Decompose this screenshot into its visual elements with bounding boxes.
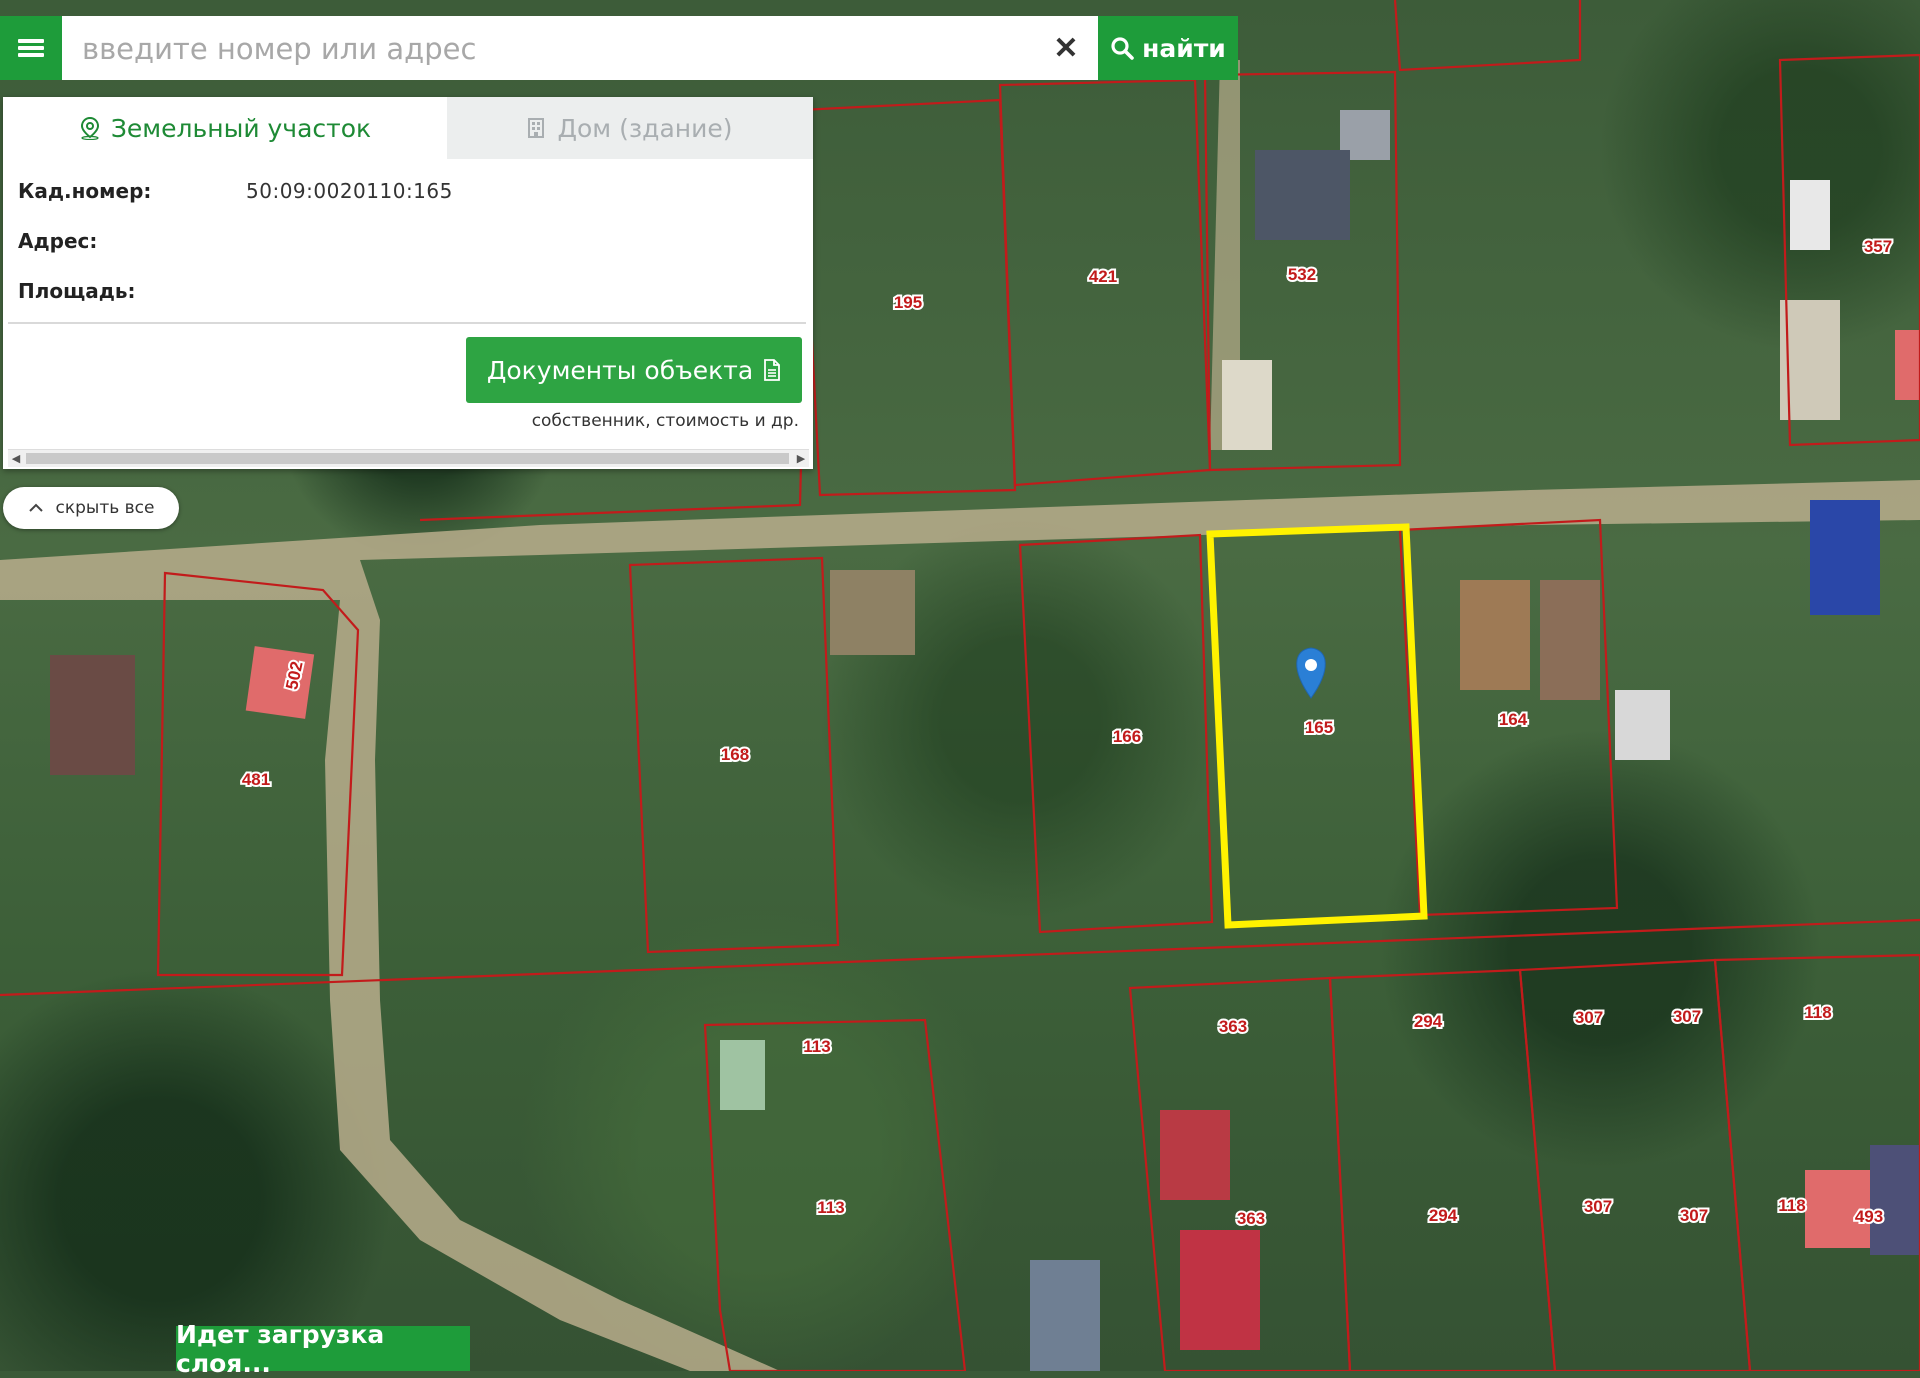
tab-building[interactable]: Дом (здание) (447, 97, 813, 159)
parcel-label: 307 (1673, 1007, 1701, 1026)
panel-tabs: Земельный участок Дом (здание) (3, 97, 813, 159)
parcel-label: 113 (817, 1198, 844, 1217)
building-icon (528, 118, 545, 138)
parcel-label: 357 (1864, 237, 1892, 256)
layer-loading-indicator: Идет загрузка слоя... (176, 1320, 470, 1378)
location-marker-icon (1296, 647, 1326, 699)
field-label: Площадь: (18, 279, 136, 303)
parcel-label: 363 (1219, 1017, 1247, 1036)
scroll-left-icon[interactable]: ◀ (8, 450, 24, 467)
object-documents-button[interactable]: Документы объекта (466, 337, 802, 403)
parcel-label: 363 (1237, 1209, 1265, 1228)
search-icon (1111, 37, 1134, 60)
divider (8, 322, 806, 324)
object-fields: Кад.номер: 50:09:0020110:165 Адрес: Площ… (3, 159, 813, 329)
find-button-label: найти (1142, 33, 1226, 63)
parcel-label-selected: 165 (1305, 718, 1333, 737)
field-label: Адрес: (18, 229, 98, 253)
documents-hint: собственник, стоимость и др. (531, 411, 799, 431)
parcel-label: 168 (721, 745, 749, 764)
search-input[interactable] (80, 16, 1044, 82)
horizontal-scrollbar[interactable]: ◀ ▶ (8, 449, 809, 467)
menu-button[interactable] (0, 16, 62, 80)
parcel-label: 118 (1778, 1196, 1805, 1215)
tab-land-parcel[interactable]: Земельный участок (3, 97, 447, 159)
parcel-label: 481 (242, 770, 270, 789)
field-label: Кад.номер: (18, 179, 152, 203)
search-bar: ✕ (62, 16, 1098, 82)
close-icon[interactable]: ✕ (1048, 30, 1084, 66)
parcel-label: 493 (1855, 1207, 1883, 1226)
documents-button-label: Документы объекта (486, 355, 754, 385)
parcel-label: 307 (1584, 1197, 1612, 1216)
hamburger-icon (18, 36, 44, 60)
field-address: Адрес: (18, 229, 798, 279)
find-button[interactable]: найти (1098, 16, 1238, 80)
scrollbar-thumb[interactable] (26, 453, 789, 464)
tab-land-parcel-label: Земельный участок (110, 113, 372, 143)
hide-all-button[interactable]: скрыть все (3, 487, 179, 529)
parcel-label: 166 (1113, 727, 1141, 746)
parcel-label: 421 (1089, 267, 1117, 286)
parcel-label: 195 (894, 293, 922, 312)
document-icon (764, 359, 781, 381)
parcel-label: 118 (1804, 1003, 1831, 1022)
parcel-label: 164 (1499, 710, 1528, 729)
field-cadastral-number: Кад.номер: 50:09:0020110:165 (18, 179, 798, 229)
parcel-label: 307 (1680, 1206, 1708, 1225)
parcel-label: 113 (803, 1037, 830, 1056)
field-value: 50:09:0020110:165 (246, 179, 453, 203)
hide-all-label: скрыть все (55, 498, 155, 518)
parcel-label: 532 (1288, 265, 1316, 284)
parcel-label: 294 (1429, 1206, 1458, 1225)
object-info-panel: Земельный участок Дом (здание) Кад.номер… (3, 97, 813, 469)
chevron-up-icon (28, 503, 43, 512)
tab-building-label: Дом (здание) (557, 113, 733, 143)
scroll-right-icon[interactable]: ▶ (793, 450, 809, 467)
location-pin-icon (80, 116, 99, 140)
parcel-label: 307 (1575, 1008, 1603, 1027)
parcel-label: 294 (1414, 1012, 1443, 1031)
